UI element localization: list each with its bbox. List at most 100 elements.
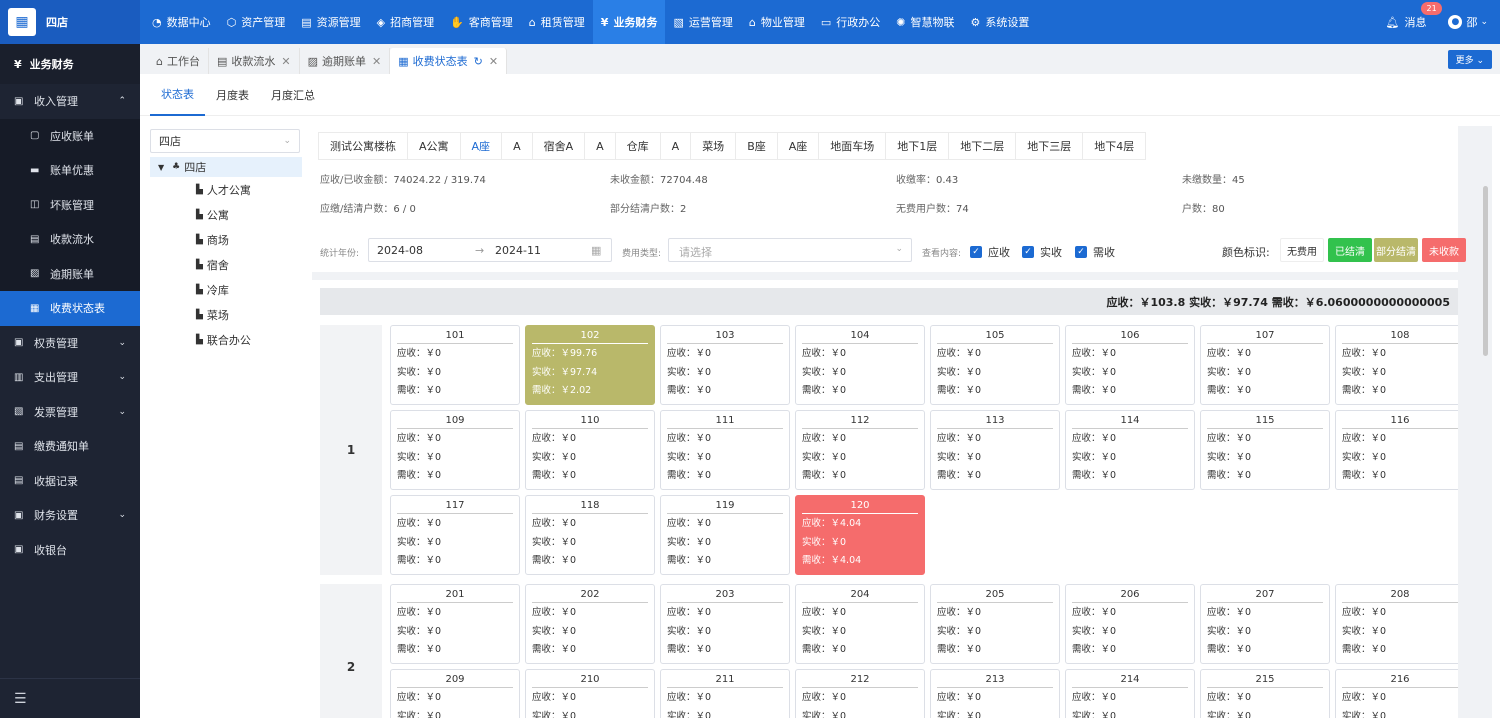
tab[interactable]: ▨ 逾期账单 ✕ (300, 48, 391, 74)
topnav-item[interactable]: ▭ 行政办公 (813, 0, 888, 44)
topnav-item[interactable]: ▧ 运营管理 (665, 0, 740, 44)
building-tab[interactable]: 地下三层 (1015, 132, 1084, 160)
room-card[interactable]: 214应收：￥0实收：￥0需收：￥0 (1065, 669, 1195, 718)
room-card[interactable]: 115 应收：￥0 实收：￥0 需收：￥0 (1200, 410, 1330, 490)
tab[interactable]: ⌂ 工作台 (148, 48, 209, 74)
room-card[interactable]: 120 应收：￥4.04 实收：￥0 需收：￥4.04 (795, 495, 925, 575)
room-card[interactable]: 110 应收：￥0 实收：￥0 需收：￥0 (525, 410, 655, 490)
tree-node[interactable]: ▙ 人才公寓 (150, 177, 302, 202)
room-card[interactable]: 207 应收：￥0 实收：￥0 需收：￥0 (1200, 584, 1330, 664)
room-card[interactable]: 111 应收：￥0 实收：￥0 需收：￥0 (660, 410, 790, 490)
collapse-menu-icon[interactable]: ☰ (0, 678, 140, 718)
room-card[interactable]: 119 应收：￥0 实收：￥0 需收：￥0 (660, 495, 790, 575)
building-tab[interactable]: A公寓 (407, 132, 461, 160)
subtab[interactable]: 月度汇总 (260, 74, 326, 116)
building-tab[interactable]: B座 (735, 132, 778, 160)
logo[interactable]: ▦ 四店 (0, 0, 140, 44)
room-card[interactable]: 206 应收：￥0 实收：￥0 需收：￥0 (1065, 584, 1195, 664)
room-card[interactable]: 108 应收：￥0 实收：￥0 需收：￥0 (1335, 325, 1458, 405)
room-card[interactable]: 213应收：￥0实收：￥0需收：￥0 (930, 669, 1060, 718)
subtab[interactable]: 月度表 (205, 74, 260, 116)
tree-node[interactable]: ▙ 菜场 (150, 302, 302, 327)
view-checkbox[interactable]: ✓ 需收 (1075, 244, 1115, 260)
more-button[interactable]: 更多 ⌄ (1447, 50, 1492, 69)
room-card[interactable]: 210应收：￥0实收：￥0需收：￥0 (525, 669, 655, 718)
scrollbar[interactable] (1483, 186, 1488, 356)
tree-select[interactable]: 四店 ⌄ (150, 129, 300, 153)
building-tab[interactable]: 菜场 (690, 132, 737, 160)
refresh-icon[interactable]: ↻ (474, 55, 483, 68)
tab[interactable]: ▦ 收费状态表 ↻ ✕ (390, 48, 508, 74)
sidebar-item[interactable]: ▬ 账单优惠 (0, 153, 140, 188)
room-card[interactable]: 216应收：￥0实收：￥0需收：￥0 (1335, 669, 1458, 718)
subtab[interactable]: 状态表 (150, 74, 205, 116)
tree-root[interactable]: ▼ ♣ 四店 (150, 157, 302, 177)
topnav-item[interactable]: ▤ 资源管理 (293, 0, 368, 44)
room-card[interactable]: 205 应收：￥0 实收：￥0 需收：￥0 (930, 584, 1060, 664)
sidebar-item[interactable]: ▨ 逾期账单 (0, 256, 140, 291)
tree-node[interactable]: ▙ 宿舍 (150, 252, 302, 277)
close-icon[interactable]: ✕ (489, 55, 498, 68)
topnav-item[interactable]: ⌂ 物业管理 (741, 0, 813, 44)
topnav-item[interactable]: ✺ 智慧物联 (888, 0, 962, 44)
room-card[interactable]: 103 应收：￥0 实收：￥0 需收：￥0 (660, 325, 790, 405)
room-card[interactable]: 118 应收：￥0 实收：￥0 需收：￥0 (525, 495, 655, 575)
topnav-item[interactable]: ⬡ 资产管理 (219, 0, 294, 44)
sidebar-item[interactable]: ▤ 收据记录 (0, 464, 140, 499)
view-checkbox[interactable]: ✓ 应收 (970, 244, 1010, 260)
view-checkbox[interactable]: ✓ 实收 (1022, 244, 1062, 260)
topnav-item[interactable]: ✋ 客商管理 (442, 0, 521, 44)
room-card[interactable]: 105 应收：￥0 实收：￥0 需收：￥0 (930, 325, 1060, 405)
tree-node[interactable]: ▙ 联合办公 (150, 327, 302, 352)
tree-node[interactable]: ▙ 商场 (150, 227, 302, 252)
room-card[interactable]: 109 应收：￥0 实收：￥0 需收：￥0 (390, 410, 520, 490)
building-tab[interactable]: 地下二层 (948, 132, 1017, 160)
room-card[interactable]: 204 应收：￥0 实收：￥0 需收：￥0 (795, 584, 925, 664)
room-card[interactable]: 114 应收：￥0 实收：￥0 需收：￥0 (1065, 410, 1195, 490)
building-tab[interactable]: 测试公寓楼栋 (318, 132, 408, 160)
room-card[interactable]: 208 应收：￥0 实收：￥0 需收：￥0 (1335, 584, 1458, 664)
building-tab[interactable]: A座 (459, 132, 503, 160)
building-tab[interactable]: 仓库 (614, 132, 661, 160)
room-card[interactable]: 201 应收：￥0 实收：￥0 需收：￥0 (390, 584, 520, 664)
room-card[interactable]: 106 应收：￥0 实收：￥0 需收：￥0 (1065, 325, 1195, 405)
room-card[interactable]: 116 应收：￥0 实收：￥0 需收：￥0 (1335, 410, 1458, 490)
building-tab[interactable]: A (659, 132, 692, 160)
building-tab[interactable]: A (584, 132, 616, 160)
fee-type-select[interactable]: 请选择 ⌄ (668, 238, 912, 262)
room-card[interactable]: 117 应收：￥0 实收：￥0 需收：￥0 (390, 495, 520, 575)
room-card[interactable]: 107 应收：￥0 实收：￥0 需收：￥0 (1200, 325, 1330, 405)
sidebar-item[interactable]: ▣ 权责管理 ⌄ (0, 326, 140, 361)
room-card[interactable]: 211应收：￥0实收：￥0需收：￥0 (660, 669, 790, 718)
sidebar-item[interactable]: ▢ 应收账单 (0, 118, 140, 153)
room-card[interactable]: 112 应收：￥0 实收：￥0 需收：￥0 (795, 410, 925, 490)
topnav-item[interactable]: ¥ 业务财务 (592, 0, 666, 44)
sidebar-item[interactable]: ◫ 坏账管理 (0, 187, 140, 222)
date-range-input[interactable]: 2024-08 → 2024-11 ▦ (368, 238, 612, 262)
tab[interactable]: ▤ 收款流水 ✕ (209, 48, 300, 74)
close-icon[interactable]: ✕ (372, 55, 381, 68)
topnav-item[interactable]: ◈ 招商管理 (369, 0, 442, 44)
close-icon[interactable]: ✕ (281, 55, 290, 68)
building-tab[interactable]: 地下1层 (885, 132, 950, 160)
room-card[interactable]: 209应收：￥0实收：￥0需收：￥0 (390, 669, 520, 718)
sidebar-item[interactable]: ▣ 收银台 (0, 533, 140, 568)
building-tab[interactable]: 宿舍A (531, 132, 586, 160)
building-tab[interactable]: A座 (776, 132, 820, 160)
room-card[interactable]: 202 应收：￥0 实收：￥0 需收：￥0 (525, 584, 655, 664)
sidebar-item[interactable]: ▣ 收入管理 ⌃ (0, 84, 140, 119)
topnav-item[interactable]: ◔ 数据中心 (144, 0, 219, 44)
building-tab[interactable]: 地下4层 (1082, 132, 1147, 160)
building-tab[interactable]: A (501, 132, 533, 160)
sidebar-item[interactable]: ▦ 收费状态表 (0, 291, 140, 326)
topnav-item[interactable]: ⌂ 租赁管理 (521, 0, 593, 44)
sidebar-item[interactable]: ▧ 发票管理 ⌄ (0, 395, 140, 430)
topnav-item[interactable]: ⚙ 系统设置 (962, 0, 1037, 44)
tree-node[interactable]: ▙ 冷库 (150, 277, 302, 302)
room-card[interactable]: 113 应收：￥0 实收：￥0 需收：￥0 (930, 410, 1060, 490)
user-menu[interactable]: ● 邵 ⌄ (1448, 14, 1488, 30)
room-card[interactable]: 203 应收：￥0 实收：￥0 需收：￥0 (660, 584, 790, 664)
room-card[interactable]: 212应收：￥0实收：￥0需收：￥0 (795, 669, 925, 718)
room-card[interactable]: 215应收：￥0实收：￥0需收：￥0 (1200, 669, 1330, 718)
room-card[interactable]: 104 应收：￥0 实收：￥0 需收：￥0 (795, 325, 925, 405)
